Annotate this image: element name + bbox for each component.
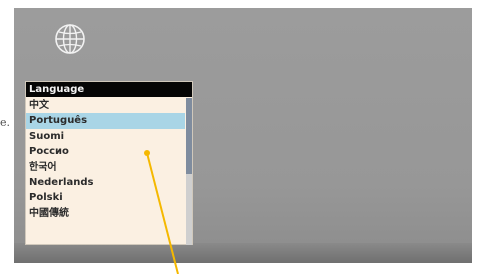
callout-pointer-line bbox=[144, 150, 179, 274]
